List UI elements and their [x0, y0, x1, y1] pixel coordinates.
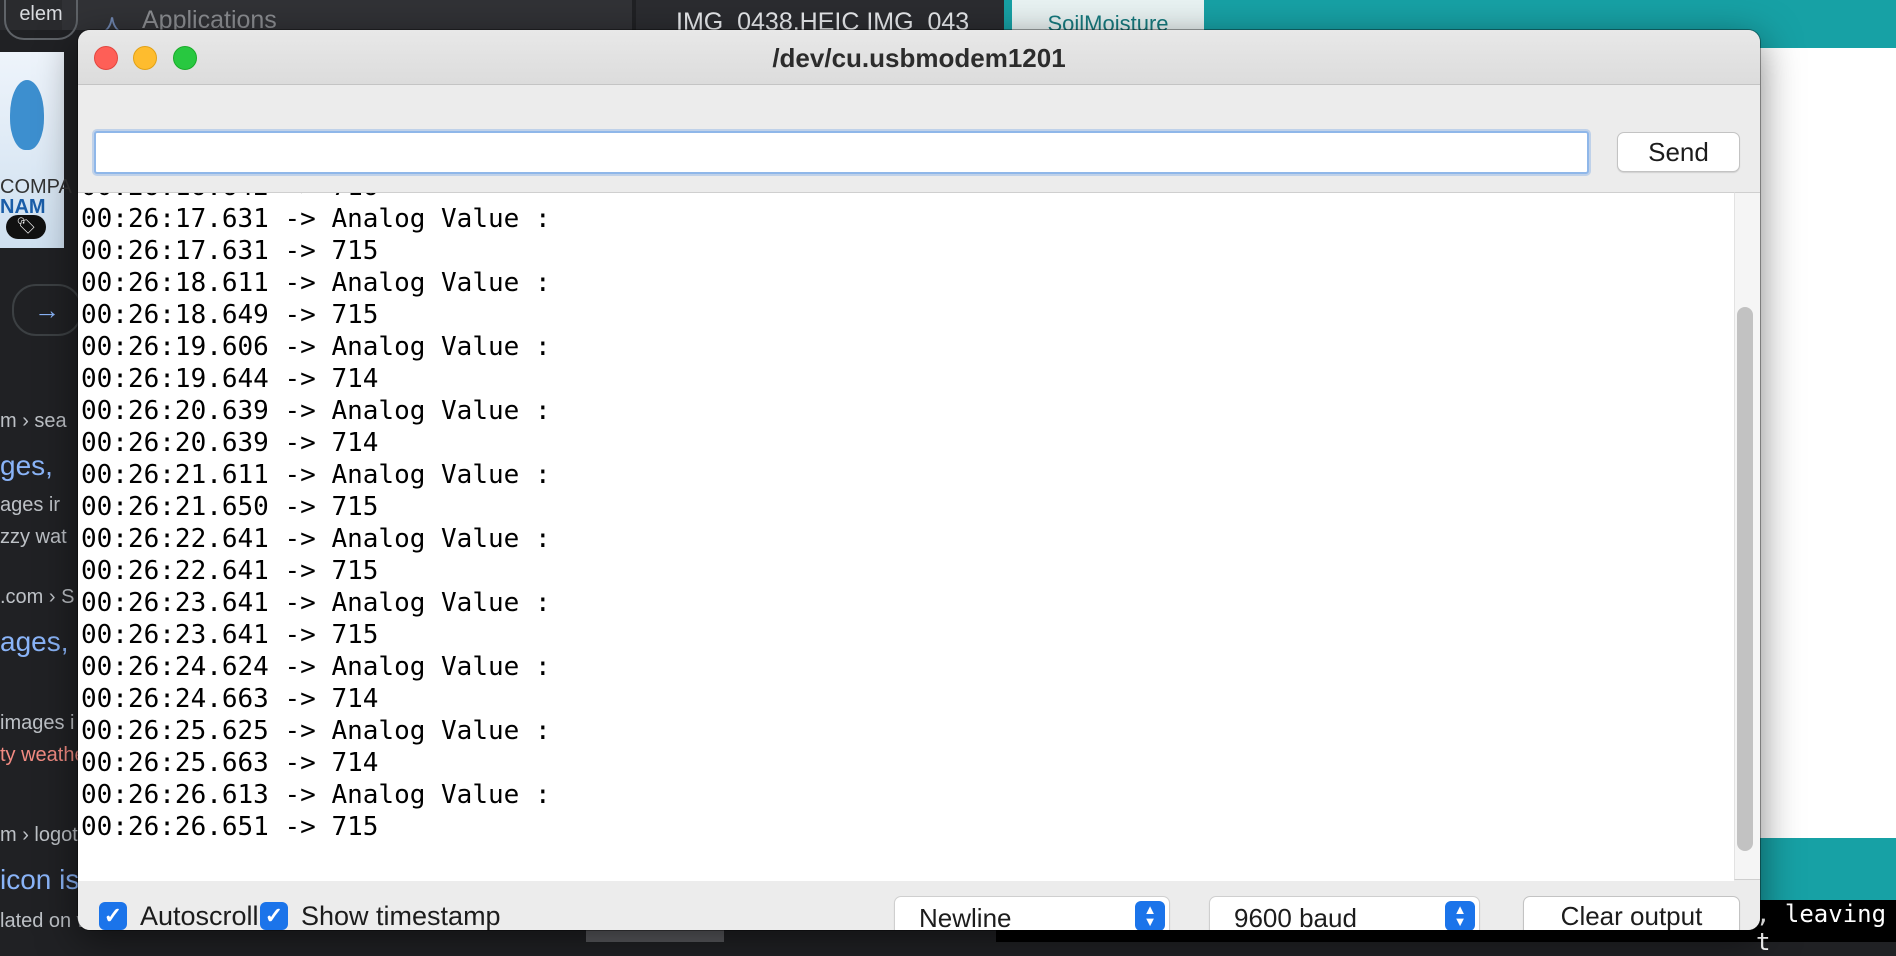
autoscroll-toggle[interactable]: ✓ Autoscroll: [99, 901, 259, 930]
arrow-right-icon[interactable]: →: [12, 284, 82, 336]
window-title: /dev/cu.usbmodem1201: [772, 43, 1066, 73]
output-line: 00:26:22.641 -> Analog Value :: [81, 524, 551, 554]
output-line: 00:26:19.606 -> Analog Value :: [81, 332, 551, 362]
output-lines: 00:26:16.642 -> 71600:26:17.631 -> Analo…: [81, 193, 551, 843]
result-link[interactable]: ages,: [0, 626, 69, 658]
console-text: , leaving t: [1756, 900, 1887, 956]
output-line: 00:26:18.611 -> Analog Value :: [81, 268, 551, 298]
bottom-toolbar: ✓ Autoscroll ✓ Show timestamp Newline ▲ ▼…: [78, 881, 1760, 930]
baud-rate-select[interactable]: 9600 baud ▲ ▼: [1209, 896, 1480, 930]
result-link[interactable]: icon is: [0, 864, 79, 896]
result-snippet: images i: [0, 712, 75, 734]
autoscroll-checkbox[interactable]: ✓: [99, 902, 127, 930]
output-line: 00:26:17.631 -> Analog Value :: [81, 204, 551, 234]
chevron-up-down-icon: ▲ ▼: [1135, 901, 1165, 930]
line-ending-value: Newline: [919, 903, 1012, 930]
baud-rate-value: 9600 baud: [1234, 903, 1357, 930]
serial-input-field[interactable]: [94, 131, 1589, 174]
search-chip[interactable]: elem: [4, 0, 78, 40]
result-snippet: m › sea: [0, 410, 67, 432]
serial-output[interactable]: 00:26:16.642 -> 71600:26:17.631 -> Analo…: [78, 192, 1734, 882]
output-line: 00:26:26.613 -> Analog Value :: [81, 780, 551, 810]
output-line: 00:26:17.631 -> 715: [81, 236, 379, 266]
output-line: 00:26:23.641 -> 715: [81, 620, 379, 650]
output-line: 00:26:23.641 -> Analog Value :: [81, 588, 551, 618]
output-line: 00:26:24.663 -> 714: [81, 684, 379, 714]
ide-editor-area: [1750, 48, 1896, 838]
line-ending-select[interactable]: Newline ▲ ▼: [894, 896, 1170, 930]
autoscroll-label[interactable]: Autoscroll: [140, 901, 259, 931]
output-line: 00:26:26.651 -> 715: [81, 812, 379, 842]
output-line: 00:26:20.639 -> Analog Value :: [81, 396, 551, 426]
result-snippet: m › logoty: [0, 824, 88, 846]
show-timestamp-toggle[interactable]: ✓ Show timestamp: [260, 901, 501, 930]
send-button[interactable]: Send: [1617, 132, 1740, 172]
result-link[interactable]: ges,: [0, 450, 53, 482]
serial-monitor-window: /dev/cu.usbmodem1201 Send 00:26:16.642 -…: [78, 30, 1760, 930]
result-snippet: .com › S: [0, 586, 75, 608]
input-row: Send: [78, 85, 1760, 190]
result-snippet: ty weathe: [0, 744, 86, 766]
output-line: 00:26:16.642 -> 716: [81, 193, 551, 203]
output-line: 00:26:25.663 -> 714: [81, 748, 379, 778]
output-line: 00:26:20.639 -> 714: [81, 428, 379, 458]
output-line: 00:26:18.649 -> 715: [81, 300, 379, 330]
water-drop-icon: [10, 80, 44, 150]
result-snippet: zzy wat: [0, 526, 67, 548]
output-line: 00:26:21.611 -> Analog Value :: [81, 460, 551, 490]
output-line: 00:26:24.624 -> Analog Value :: [81, 652, 551, 682]
title-bar[interactable]: /dev/cu.usbmodem1201: [78, 30, 1760, 85]
background-files-window: IMG_0438.HEIC IMG_043: [636, 0, 1004, 36]
output-line: 00:26:22.641 -> 715: [81, 556, 379, 586]
output-line: 00:26:19.644 -> 714: [81, 364, 379, 394]
clear-output-button[interactable]: Clear output: [1523, 896, 1740, 930]
output-line: 00:26:21.650 -> 715: [81, 492, 379, 522]
output-scrollbar-thumb[interactable]: [1737, 307, 1753, 851]
background-finder-sidebar: ⋏ Applications: [62, 0, 632, 35]
tag-icon: 🏷: [6, 215, 46, 239]
chevron-up-down-icon: ▲ ▼: [1445, 901, 1475, 930]
show-timestamp-label[interactable]: Show timestamp: [301, 901, 501, 931]
output-line: 00:26:25.625 -> Analog Value :: [81, 716, 551, 746]
result-snippet: ages ir: [0, 494, 61, 516]
show-timestamp-checkbox[interactable]: ✓: [260, 902, 288, 930]
